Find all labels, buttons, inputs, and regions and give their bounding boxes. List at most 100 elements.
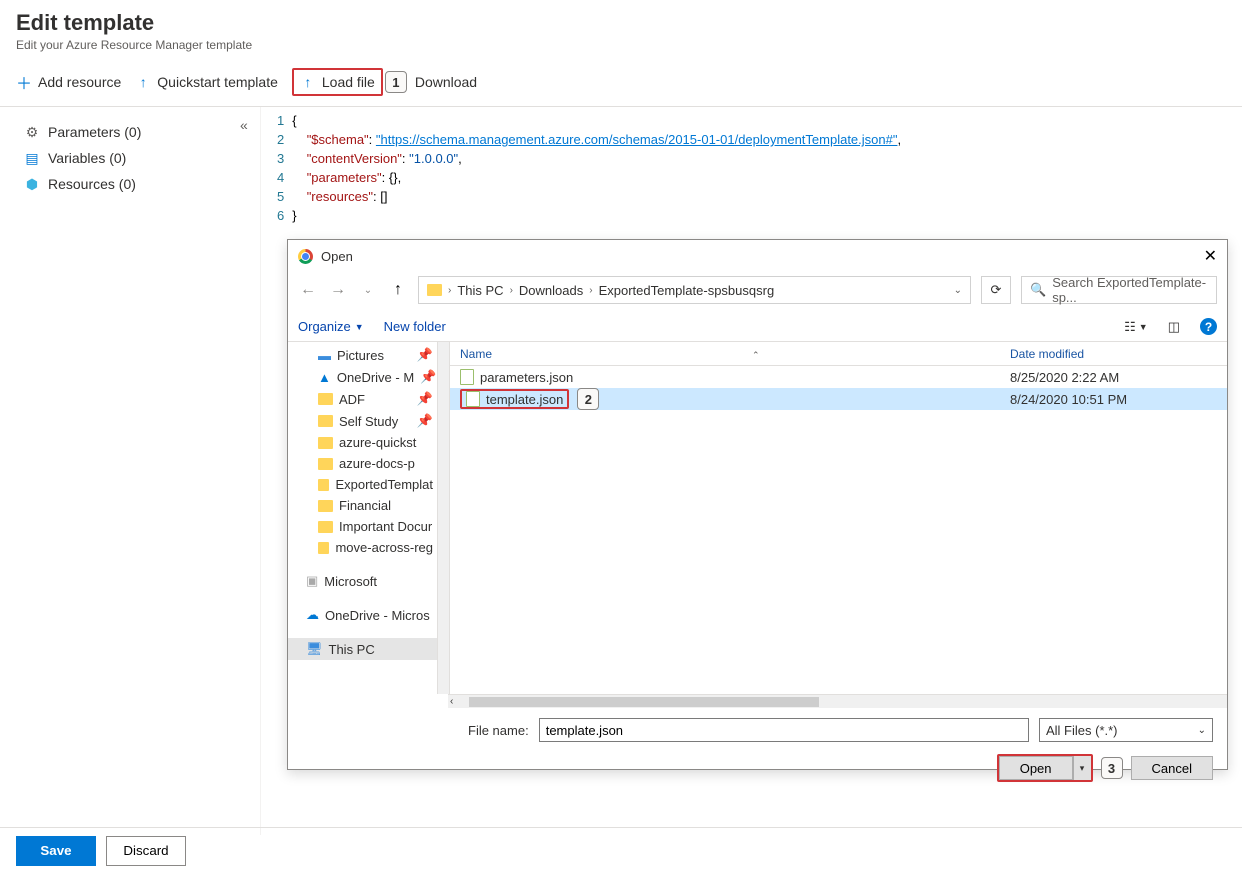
dialog-title-text: Open (321, 249, 353, 264)
breadcrumb[interactable]: › This PC › Downloads › ExportedTemplate… (418, 276, 971, 304)
forward-button[interactable]: → (328, 281, 348, 299)
page-subtitle: Edit your Azure Resource Manager templat… (16, 38, 1226, 52)
tree-item[interactable]: azure-quickst (288, 432, 437, 453)
chrome-icon (298, 249, 313, 264)
tree-item[interactable]: Important Docur (288, 516, 437, 537)
plus-icon: ＋ (16, 74, 32, 90)
breadcrumb-item[interactable]: ExportedTemplate-spsbusqsrg (599, 283, 775, 298)
tree-item[interactable]: ▬Pictures📌 (288, 344, 437, 366)
file-date: 8/24/2020 10:51 PM (1010, 392, 1227, 407)
search-placeholder: Search ExportedTemplate-sp... (1052, 275, 1208, 305)
callout-3: 3 (1101, 757, 1123, 779)
list-icon: ☷ (1124, 319, 1136, 335)
folder-icon (427, 284, 442, 296)
open-file-dialog: Open ✕ ← → ⌄ ↑ › This PC › Downloads › E… (287, 239, 1228, 770)
add-resource-label: Add resource (38, 74, 121, 90)
gear-icon: ⚙ (24, 124, 40, 140)
breadcrumb-item[interactable]: Downloads (519, 283, 583, 298)
footer-bar: Save Discard (0, 827, 1242, 873)
tree-item[interactable]: azure-docs-p (288, 453, 437, 474)
file-list-header[interactable]: Name⌃ Date modified (450, 342, 1227, 366)
load-file-button[interactable]: ↑ Load file (300, 74, 375, 90)
document-icon: ▤ (24, 150, 40, 166)
file-type-filter[interactable]: All Files (*.*)⌄ (1039, 718, 1213, 742)
json-file-icon (460, 369, 474, 385)
file-name: template.json (486, 392, 563, 407)
col-name-header[interactable]: Name (460, 347, 492, 361)
up-button[interactable]: ↑ (388, 281, 408, 299)
download-button[interactable]: Download (415, 74, 477, 90)
col-date-header[interactable]: Date modified (1010, 347, 1227, 361)
dialog-filename-row: File name: All Files (*.*)⌄ (288, 708, 1227, 752)
dialog-buttons: Open ▾ 3 Cancel (288, 752, 1227, 792)
open-button[interactable]: Open (999, 756, 1073, 780)
page-title: Edit template (16, 10, 1226, 36)
sidebar: ⚙ Parameters (0) ▤ Variables (0) ⬢ Resou… (0, 107, 260, 835)
sidebar-item-resources[interactable]: ⬢ Resources (0) (24, 171, 250, 197)
dialog-body: ▬Pictures📌 ▲OneDrive - M📌 ADF📌 Self Stud… (288, 342, 1227, 694)
open-button-highlight: Open ▾ (997, 754, 1093, 782)
template-file-highlight: template.json (460, 389, 569, 409)
add-resource-button[interactable]: ＋ Add resource (16, 74, 121, 90)
dialog-nav: ← → ⌄ ↑ › This PC › Downloads › Exported… (288, 272, 1227, 312)
file-list: Name⌃ Date modified parameters.json 8/25… (450, 342, 1227, 694)
tree-item[interactable]: Self Study📌 (288, 410, 437, 432)
collapse-sidebar-button[interactable]: « (240, 117, 248, 133)
upload-icon: ↑ (300, 74, 316, 90)
preview-pane-button[interactable]: ◫ (1168, 319, 1180, 335)
horizontal-scrollbar[interactable]: ‹ (448, 694, 1227, 708)
file-row[interactable]: parameters.json 8/25/2020 2:22 AM (450, 366, 1227, 388)
file-row-selected[interactable]: template.json 2 8/24/2020 10:51 PM (450, 388, 1227, 410)
page-header: Edit template Edit your Azure Resource M… (0, 0, 1242, 58)
file-name: parameters.json (480, 370, 573, 385)
discard-button[interactable]: Discard (106, 836, 186, 866)
close-icon[interactable]: ✕ (1204, 246, 1217, 266)
dialog-titlebar: Open ✕ (288, 240, 1227, 272)
recent-dropdown[interactable]: ⌄ (358, 285, 378, 296)
view-mode-button[interactable]: ☷ ▼ (1124, 319, 1148, 335)
refresh-button[interactable]: ⟳ (981, 276, 1011, 304)
quickstart-label: Quickstart template (157, 74, 278, 90)
load-file-label: Load file (322, 74, 375, 90)
toolbar: ＋ Add resource ↑ Quickstart template ↑ L… (0, 58, 1242, 107)
callout-1: 1 (385, 71, 407, 93)
tree-item[interactable]: move-across-reg (288, 537, 437, 558)
filename-input[interactable] (539, 718, 1029, 742)
tree-item[interactable]: ▲OneDrive - M📌 (288, 366, 437, 388)
tree-item[interactable]: Financial (288, 495, 437, 516)
tree-item[interactable]: ☁OneDrive - Micros (288, 604, 437, 626)
tree-item[interactable]: ADF📌 (288, 388, 437, 410)
cancel-button[interactable]: Cancel (1131, 756, 1213, 780)
parameters-label: Parameters (0) (48, 124, 141, 140)
open-split-button[interactable]: ▾ (1073, 756, 1091, 780)
new-folder-button[interactable]: New folder (384, 319, 446, 334)
file-date: 8/25/2020 2:22 AM (1010, 370, 1227, 385)
save-button[interactable]: Save (16, 836, 96, 866)
sidebar-item-parameters[interactable]: ⚙ Parameters (0) (24, 119, 250, 145)
callout-2: 2 (577, 388, 599, 410)
sidebar-item-variables[interactable]: ▤ Variables (0) (24, 145, 250, 171)
upload-icon: ↑ (135, 74, 151, 90)
pane-icon: ◫ (1168, 319, 1180, 335)
tree-scrollbar[interactable] (438, 342, 450, 694)
tree-item[interactable]: ▣Microsoft (288, 570, 437, 592)
filename-label: File name: (468, 723, 529, 738)
resources-label: Resources (0) (48, 176, 136, 192)
cube-icon: ⬢ (24, 176, 40, 192)
folder-tree[interactable]: ▬Pictures📌 ▲OneDrive - M📌 ADF📌 Self Stud… (288, 342, 438, 694)
quickstart-button[interactable]: ↑ Quickstart template (135, 74, 278, 90)
chevron-down-icon[interactable]: ⌄ (954, 285, 962, 296)
tree-item-this-pc[interactable]: 🖥This PC (288, 638, 437, 660)
download-label: Download (415, 74, 477, 90)
back-button[interactable]: ← (298, 281, 318, 299)
tree-item[interactable]: ExportedTemplat (288, 474, 437, 495)
search-icon: 🔍 (1030, 282, 1046, 298)
breadcrumb-item[interactable]: This PC (457, 283, 503, 298)
refresh-icon: ⟳ (991, 282, 1002, 298)
help-icon[interactable]: ? (1200, 318, 1217, 335)
organize-button[interactable]: Organize ▼ (298, 319, 364, 334)
search-input[interactable]: 🔍 Search ExportedTemplate-sp... (1021, 276, 1217, 304)
json-file-icon (466, 391, 480, 407)
dialog-toolbar: Organize ▼ New folder ☷ ▼ ◫ ? (288, 312, 1227, 342)
variables-label: Variables (0) (48, 150, 126, 166)
